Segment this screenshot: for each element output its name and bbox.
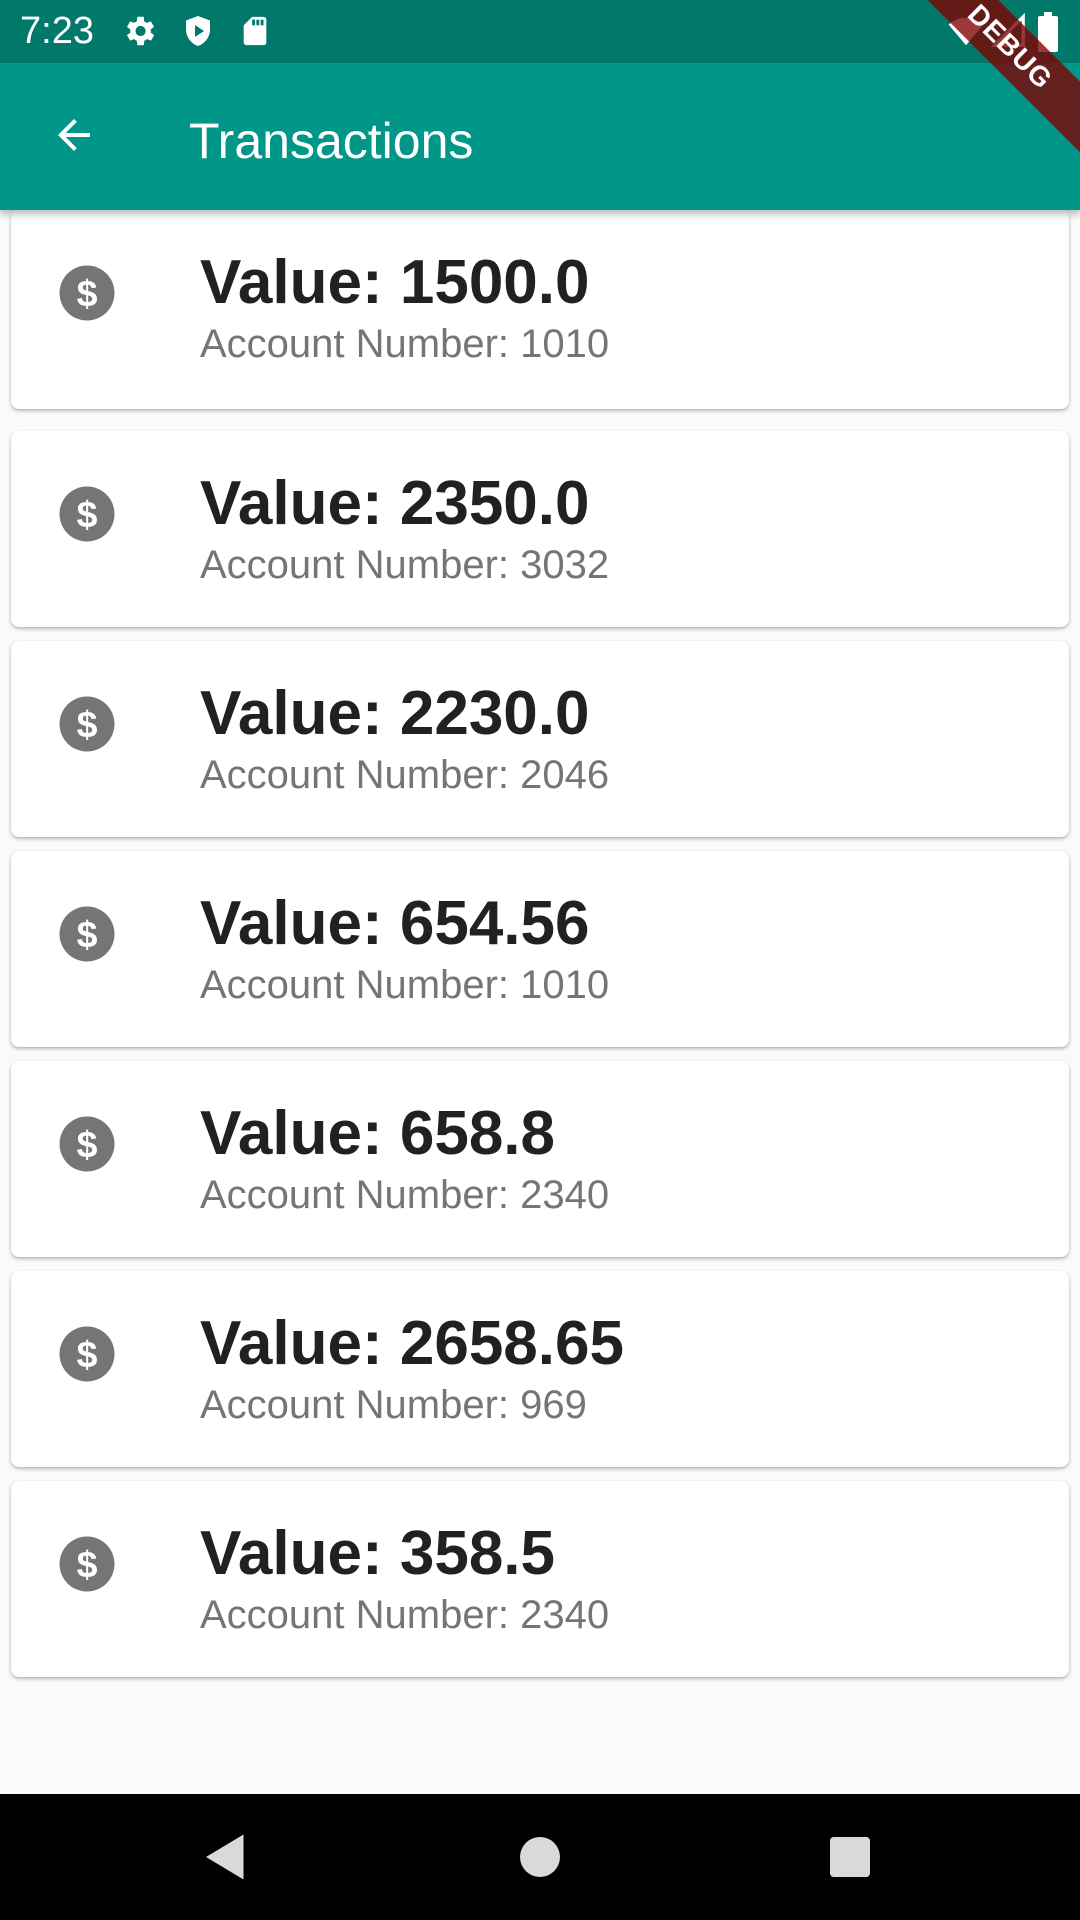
transaction-card[interactable]: $ Value: 358.5 Account Number: 2340	[11, 1481, 1069, 1677]
transaction-account: Account Number: 2340	[200, 1173, 610, 1217]
dollar-icon: $	[59, 906, 115, 962]
transaction-value: Value: 1500.0	[200, 248, 590, 317]
dollar-icon: $	[59, 1116, 115, 1172]
transaction-value: Value: 358.5	[200, 1519, 556, 1588]
svg-text:$: $	[77, 703, 98, 745]
transaction-card[interactable]: $ Value: 1500.0 Account Number: 1010	[11, 210, 1069, 409]
transaction-value: Value: 658.8	[200, 1099, 556, 1168]
transaction-value: Value: 2350.0	[200, 469, 590, 538]
svg-text:$: $	[77, 272, 98, 314]
dollar-icon: $	[59, 1536, 115, 1592]
back-triangle-icon[interactable]	[196, 1827, 256, 1887]
transaction-value: Value: 2230.0	[200, 679, 590, 748]
dollar-icon: $	[59, 696, 115, 752]
transaction-account: Account Number: 1010	[200, 963, 610, 1007]
svg-text:$: $	[77, 913, 98, 955]
transaction-value: Value: 654.56	[200, 889, 590, 958]
sd-card-icon	[243, 16, 267, 46]
transaction-card[interactable]: $ Value: 658.8 Account Number: 2340	[11, 1061, 1069, 1257]
transaction-card[interactable]: $ Value: 2230.0 Account Number: 2046	[11, 641, 1069, 837]
recents-square-icon[interactable]	[820, 1827, 880, 1887]
transaction-card[interactable]: $ Value: 654.56 Account Number: 1010	[11, 851, 1069, 1047]
status-time: 7:23	[20, 10, 94, 52]
page-title: Transactions	[189, 113, 474, 169]
transaction-card[interactable]: $ Value: 2658.65 Account Number: 969	[11, 1271, 1069, 1467]
dollar-icon: $	[59, 486, 115, 542]
shield-icon	[186, 16, 210, 46]
status-bar: 7:23	[0, 0, 1080, 63]
dollar-icon: $	[59, 1326, 115, 1382]
settings-icon	[126, 16, 155, 46]
system-nav-bar	[0, 1794, 1080, 1920]
svg-text:$: $	[77, 1333, 98, 1375]
svg-text:$: $	[77, 1543, 98, 1585]
transaction-account: Account Number: 1010	[200, 322, 610, 366]
transaction-account: Account Number: 969	[200, 1383, 587, 1427]
svg-text:$: $	[77, 1123, 98, 1165]
svg-text:$: $	[77, 493, 98, 535]
home-circle-icon[interactable]	[510, 1827, 570, 1887]
arrow-back-icon	[58, 119, 90, 151]
back-button[interactable]	[38, 99, 110, 171]
transaction-value: Value: 2658.65	[200, 1309, 624, 1378]
dollar-icon: $	[59, 265, 115, 321]
transaction-account: Account Number: 3032	[200, 543, 610, 587]
transaction-account: Account Number: 2046	[200, 753, 610, 797]
transaction-card[interactable]: $ Value: 2350.0 Account Number: 3032	[11, 431, 1069, 627]
transaction-account: Account Number: 2340	[200, 1593, 610, 1637]
app-bar: Transactions	[0, 63, 1080, 210]
